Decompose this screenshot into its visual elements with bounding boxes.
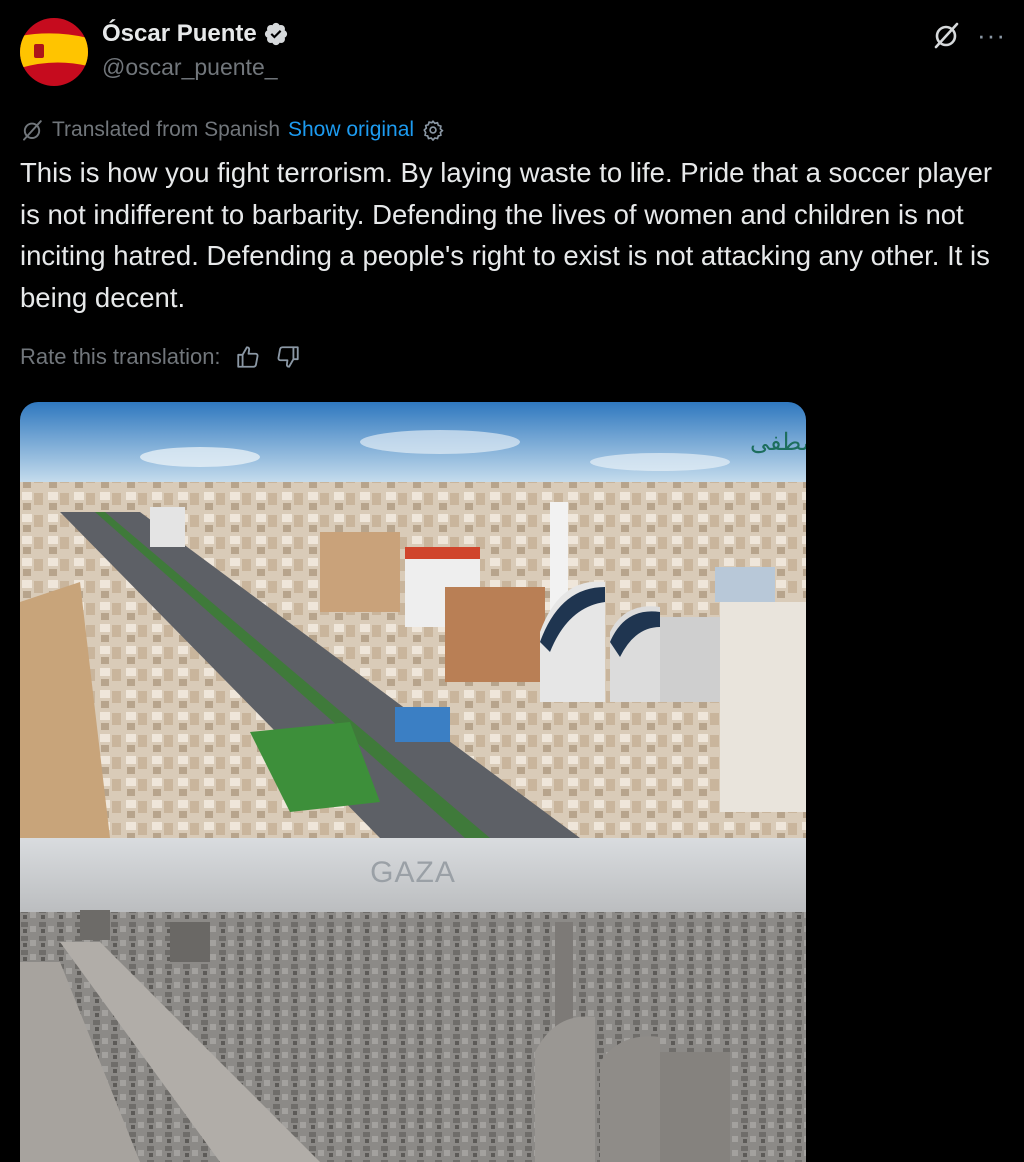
tweet-media-image[interactable]: مصطفى GAZA [20,402,806,1162]
translated-label: Translated from Spanish [52,118,280,141]
grok-translate-icon [23,120,42,141]
svg-text:مصطفى: مصطفى [750,428,806,456]
grok-icon[interactable] [931,20,961,50]
spain-flag-icon [20,18,88,86]
thumbs-down-icon[interactable] [275,344,301,370]
tweet-text: This is how you fight terrorism. By layi… [20,157,993,313]
more-options-icon[interactable]: ··· [977,22,1006,48]
author-name[interactable]: Óscar Puente [102,20,257,48]
author-handle[interactable]: @oscar_puente_ [102,54,278,81]
gaza-label: GAZA [370,856,456,889]
rate-translation-label: Rate this translation: [20,344,221,369]
before-after-gaza-photo: مصطفى [20,402,806,1162]
thumbs-up-icon[interactable] [235,344,261,370]
avatar[interactable] [20,18,88,86]
verified-badge-icon [264,22,287,46]
settings-gear-icon[interactable] [422,119,444,141]
show-original-link[interactable]: Show original [288,118,414,142]
